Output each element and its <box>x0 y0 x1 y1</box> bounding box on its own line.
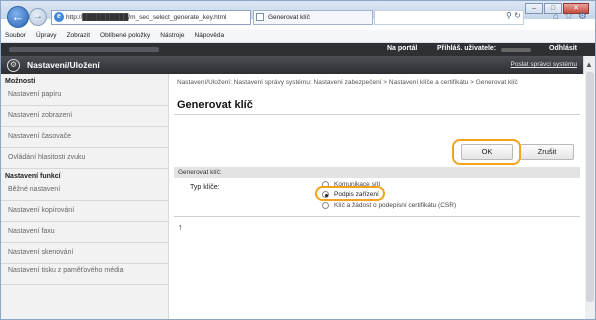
page-header: ⚙ Nastavení/Uložení Poslat správci systé… <box>1 56 585 74</box>
user-name-redacted <box>501 48 531 52</box>
home-icon[interactable]: ⌂ <box>553 11 559 22</box>
main-content: Nastavení/Uložení: Nastavení správy syst… <box>170 74 585 319</box>
logout-link[interactable]: Odhlásit <box>549 45 577 52</box>
title-divider <box>174 114 580 115</box>
sidebar-item-paper[interactable]: Nastavení papíru <box>1 85 168 106</box>
sidebar-item-timer[interactable]: Nastavení časovače <box>1 127 168 148</box>
send-to-admin-link[interactable]: Poslat správci systému <box>511 61 577 68</box>
radio-label: Klíč a žádost o podepisní certifikátu (C… <box>334 202 457 209</box>
key-type-label: Typ klíče: <box>190 184 220 191</box>
menu-favorites[interactable]: Oblíbené položky <box>100 30 150 42</box>
address-actions: ⚲ ↻ <box>506 11 521 20</box>
sidebar: Možnosti Nastavení papíru Nastavení zobr… <box>1 74 169 319</box>
menu-help[interactable]: Nápověda <box>195 30 225 42</box>
tab-page-icon <box>256 13 264 21</box>
cancel-button[interactable]: Zrušit <box>520 144 574 160</box>
breadcrumb: Nastavení/Uložení: Nastavení správy syst… <box>177 79 518 86</box>
menu-edit[interactable]: Úpravy <box>36 30 57 42</box>
navigation-row: ← → http://██████████/m_sec_select_gener… <box>1 6 595 30</box>
sidebar-item-scan[interactable]: Nastavení skenování <box>1 243 168 264</box>
radio-csr[interactable]: Klíč a žádost o podepisní certifikátu (C… <box>322 202 456 209</box>
ie-icon: e <box>54 12 64 22</box>
ok-highlight-ring <box>452 139 521 165</box>
page-title: Generovat klíč <box>177 99 253 111</box>
menu-tools[interactable]: Nástroje <box>160 30 184 42</box>
sidebar-item-display[interactable]: Nastavení zobrazení <box>1 106 168 127</box>
forward-button[interactable]: → <box>29 8 47 26</box>
toolbar-blank-area <box>374 10 524 25</box>
browser-tab[interactable]: Generovat klíč <box>253 10 373 25</box>
page-top-icon[interactable]: ↑ <box>178 222 183 232</box>
gear-icon[interactable]: ⚙ <box>578 11 587 22</box>
refresh-icon[interactable]: ↻ <box>514 11 521 20</box>
settings-icon: ⚙ <box>7 59 20 72</box>
browser-tools: ⌂ ☆ ⚙ <box>553 11 587 22</box>
menu-view[interactable]: Zobrazit <box>67 30 90 42</box>
address-bar[interactable]: http://██████████/m_sec_select_generate_… <box>51 10 251 25</box>
back-button[interactable]: ← <box>7 6 29 28</box>
menu-bar: Soubor Úpravy Zobrazit Oblíbené položky … <box>1 30 595 43</box>
favorites-icon[interactable]: ☆ <box>564 11 573 22</box>
sidebar-item-copy[interactable]: Nastavení kopírování <box>1 201 168 222</box>
login-user-label: Přihláš. uživatele: <box>437 45 497 52</box>
sidebar-item-common[interactable]: Běžné nastavení <box>1 180 168 201</box>
radio-button[interactable] <box>322 202 329 209</box>
sidebar-section-functions: Nastavení funkcí <box>5 173 61 180</box>
browser-window: – □ ✕ ← → http://██████████/m_sec_select… <box>0 0 596 320</box>
scroll-up-icon[interactable]: ▲ <box>585 60 593 69</box>
sidebar-item-memory-print[interactable]: Nastavení tisku z paměťového média <box>1 264 168 285</box>
sidebar-item-volume[interactable]: Ovládání hlasitosti zvuku <box>1 148 168 169</box>
search-icon[interactable]: ⚲ <box>506 11 512 20</box>
menu-file[interactable]: Soubor <box>5 30 26 42</box>
device-name-redacted <box>9 47 159 52</box>
sidebar-item-fax[interactable]: Nastavení faxu <box>1 222 168 243</box>
section-header: Generovat klíč: <box>174 167 580 178</box>
bottom-divider <box>174 216 580 217</box>
header-title: Nastavení/Uložení <box>27 60 100 70</box>
portal-link[interactable]: Na portál <box>387 45 417 52</box>
sidebar-section-options: Možnosti <box>5 78 36 85</box>
scroll-thumb[interactable] <box>586 72 594 302</box>
portal-top-bar: Na portál Přihláš. uživatele: Odhlásit <box>1 43 595 56</box>
selection-highlight-ring <box>315 186 385 201</box>
